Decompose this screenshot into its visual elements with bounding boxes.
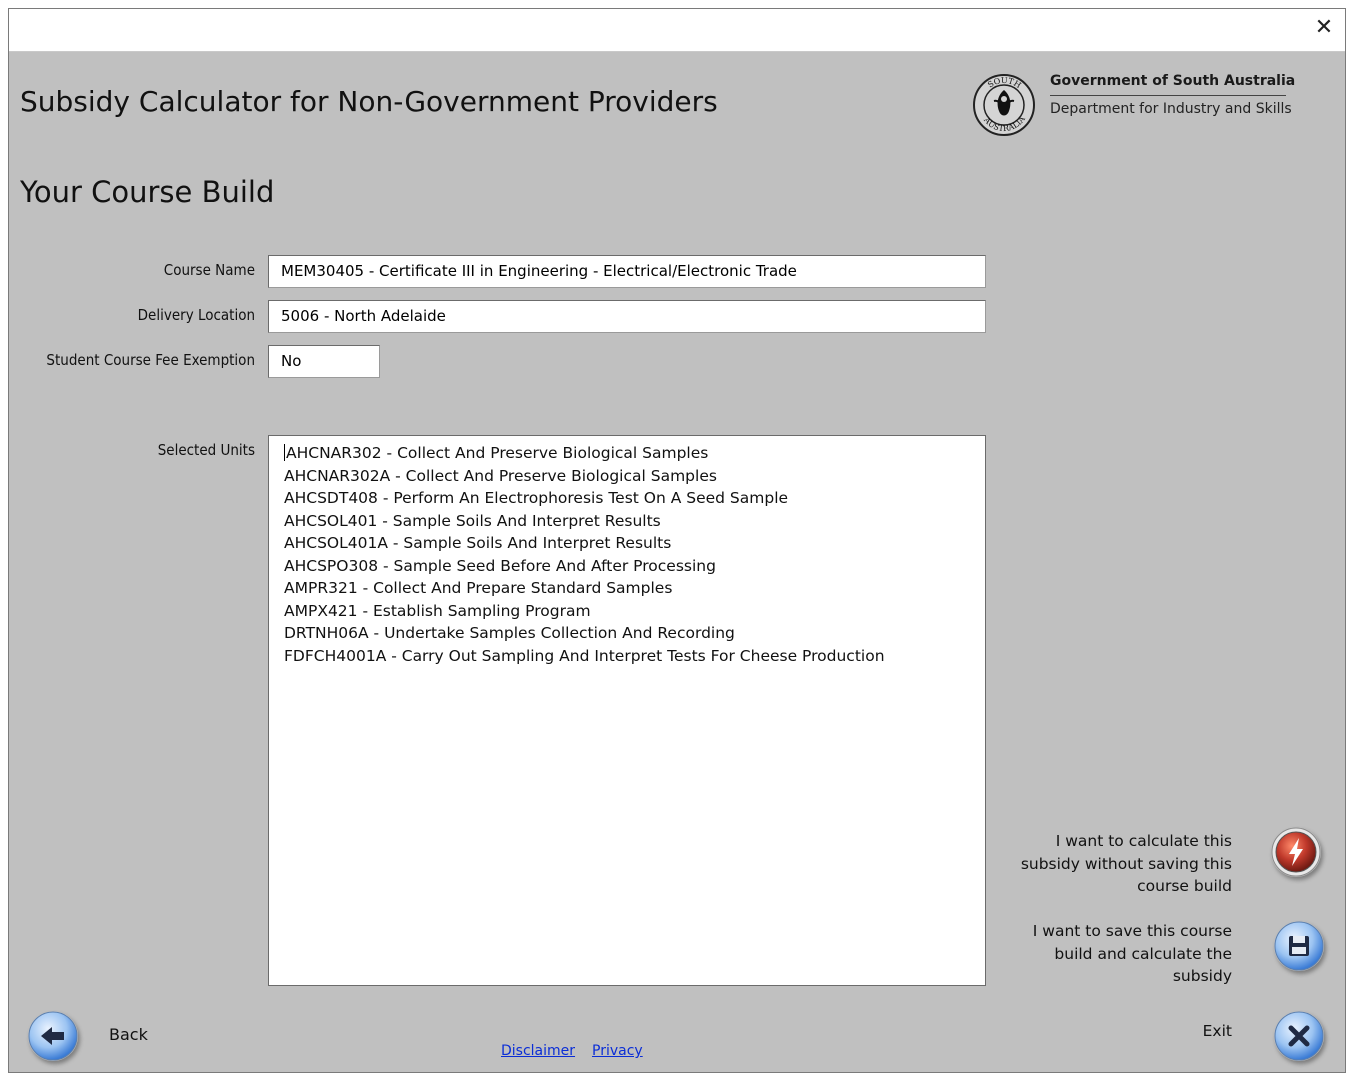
calculate-without-saving-button[interactable] <box>1271 827 1321 877</box>
back-button[interactable] <box>28 1011 78 1061</box>
list-item[interactable]: AHCSOL401A - Sample Soils And Interpret … <box>284 532 985 555</box>
exit-label: Exit <box>1202 1022 1232 1040</box>
south-australia-seal-logo: SOUTH AUSTRALIA <box>973 74 1035 136</box>
disclaimer-link[interactable]: Disclaimer <box>501 1043 575 1059</box>
list-item[interactable]: AHCNAR302A - Collect And Preserve Biolog… <box>284 465 985 488</box>
fee-exemption-field[interactable]: No <box>268 345 380 378</box>
selected-units-list[interactable]: AHCNAR302 - Collect And Preserve Biologi… <box>268 435 986 986</box>
course-name-field[interactable]: MEM30405 - Certificate III in Engineerin… <box>268 255 986 288</box>
calculate-without-saving-text: I want to calculate this subsidy without… <box>1020 832 1232 895</box>
department-name: Department for Industry and Skills <box>1050 101 1292 117</box>
list-item[interactable]: DRTNH06A - Undertake Samples Collection … <box>284 622 985 645</box>
lightning-bolt-icon <box>1271 827 1321 877</box>
back-label: Back <box>109 1025 148 1044</box>
app-title: Subsidy Calculator for Non-Government Pr… <box>20 85 718 118</box>
logo-divider <box>1050 95 1286 96</box>
close-window-button[interactable]: ✕ <box>1311 15 1337 41</box>
list-item[interactable]: FDFCH4001A - Carry Out Sampling And Inte… <box>284 645 985 668</box>
delivery-location-field[interactable]: 5006 - North Adelaide <box>268 300 986 333</box>
arrow-left-icon <box>28 1011 78 1061</box>
government-name: Government of South Australia <box>1050 73 1296 89</box>
exit-button[interactable] <box>1274 1011 1324 1061</box>
title-bar: ✕ <box>9 9 1345 52</box>
selected-units-label: Selected Units <box>157 441 255 459</box>
list-item[interactable]: AHCSOL401 - Sample Soils And Interpret R… <box>284 510 985 533</box>
list-item[interactable]: AMPR321 - Collect And Prepare Standard S… <box>284 577 985 600</box>
save-and-calculate-button[interactable] <box>1274 921 1324 971</box>
floppy-disk-icon <box>1274 921 1324 971</box>
list-item[interactable]: AHCSPO308 - Sample Seed Before And After… <box>284 555 985 578</box>
privacy-link[interactable]: Privacy <box>592 1043 643 1059</box>
fee-exemption-label: Student Course Fee Exemption <box>46 351 255 369</box>
delivery-location-label: Delivery Location <box>137 306 255 324</box>
app-window: ✕ Subsidy Calculator for Non-Government … <box>8 8 1346 1073</box>
text-caret <box>284 444 285 461</box>
list-item[interactable]: AHCNAR302 - Collect And Preserve Biologi… <box>284 442 985 465</box>
course-name-label: Course Name <box>163 261 255 279</box>
list-item[interactable]: AMPX421 - Establish Sampling Program <box>284 600 985 623</box>
save-and-calculate-text: I want to save this course build and cal… <box>1032 922 1232 985</box>
list-item[interactable]: AHCSDT408 - Perform An Electrophoresis T… <box>284 487 985 510</box>
section-title: Your Course Build <box>20 175 275 209</box>
x-icon <box>1274 1011 1324 1061</box>
